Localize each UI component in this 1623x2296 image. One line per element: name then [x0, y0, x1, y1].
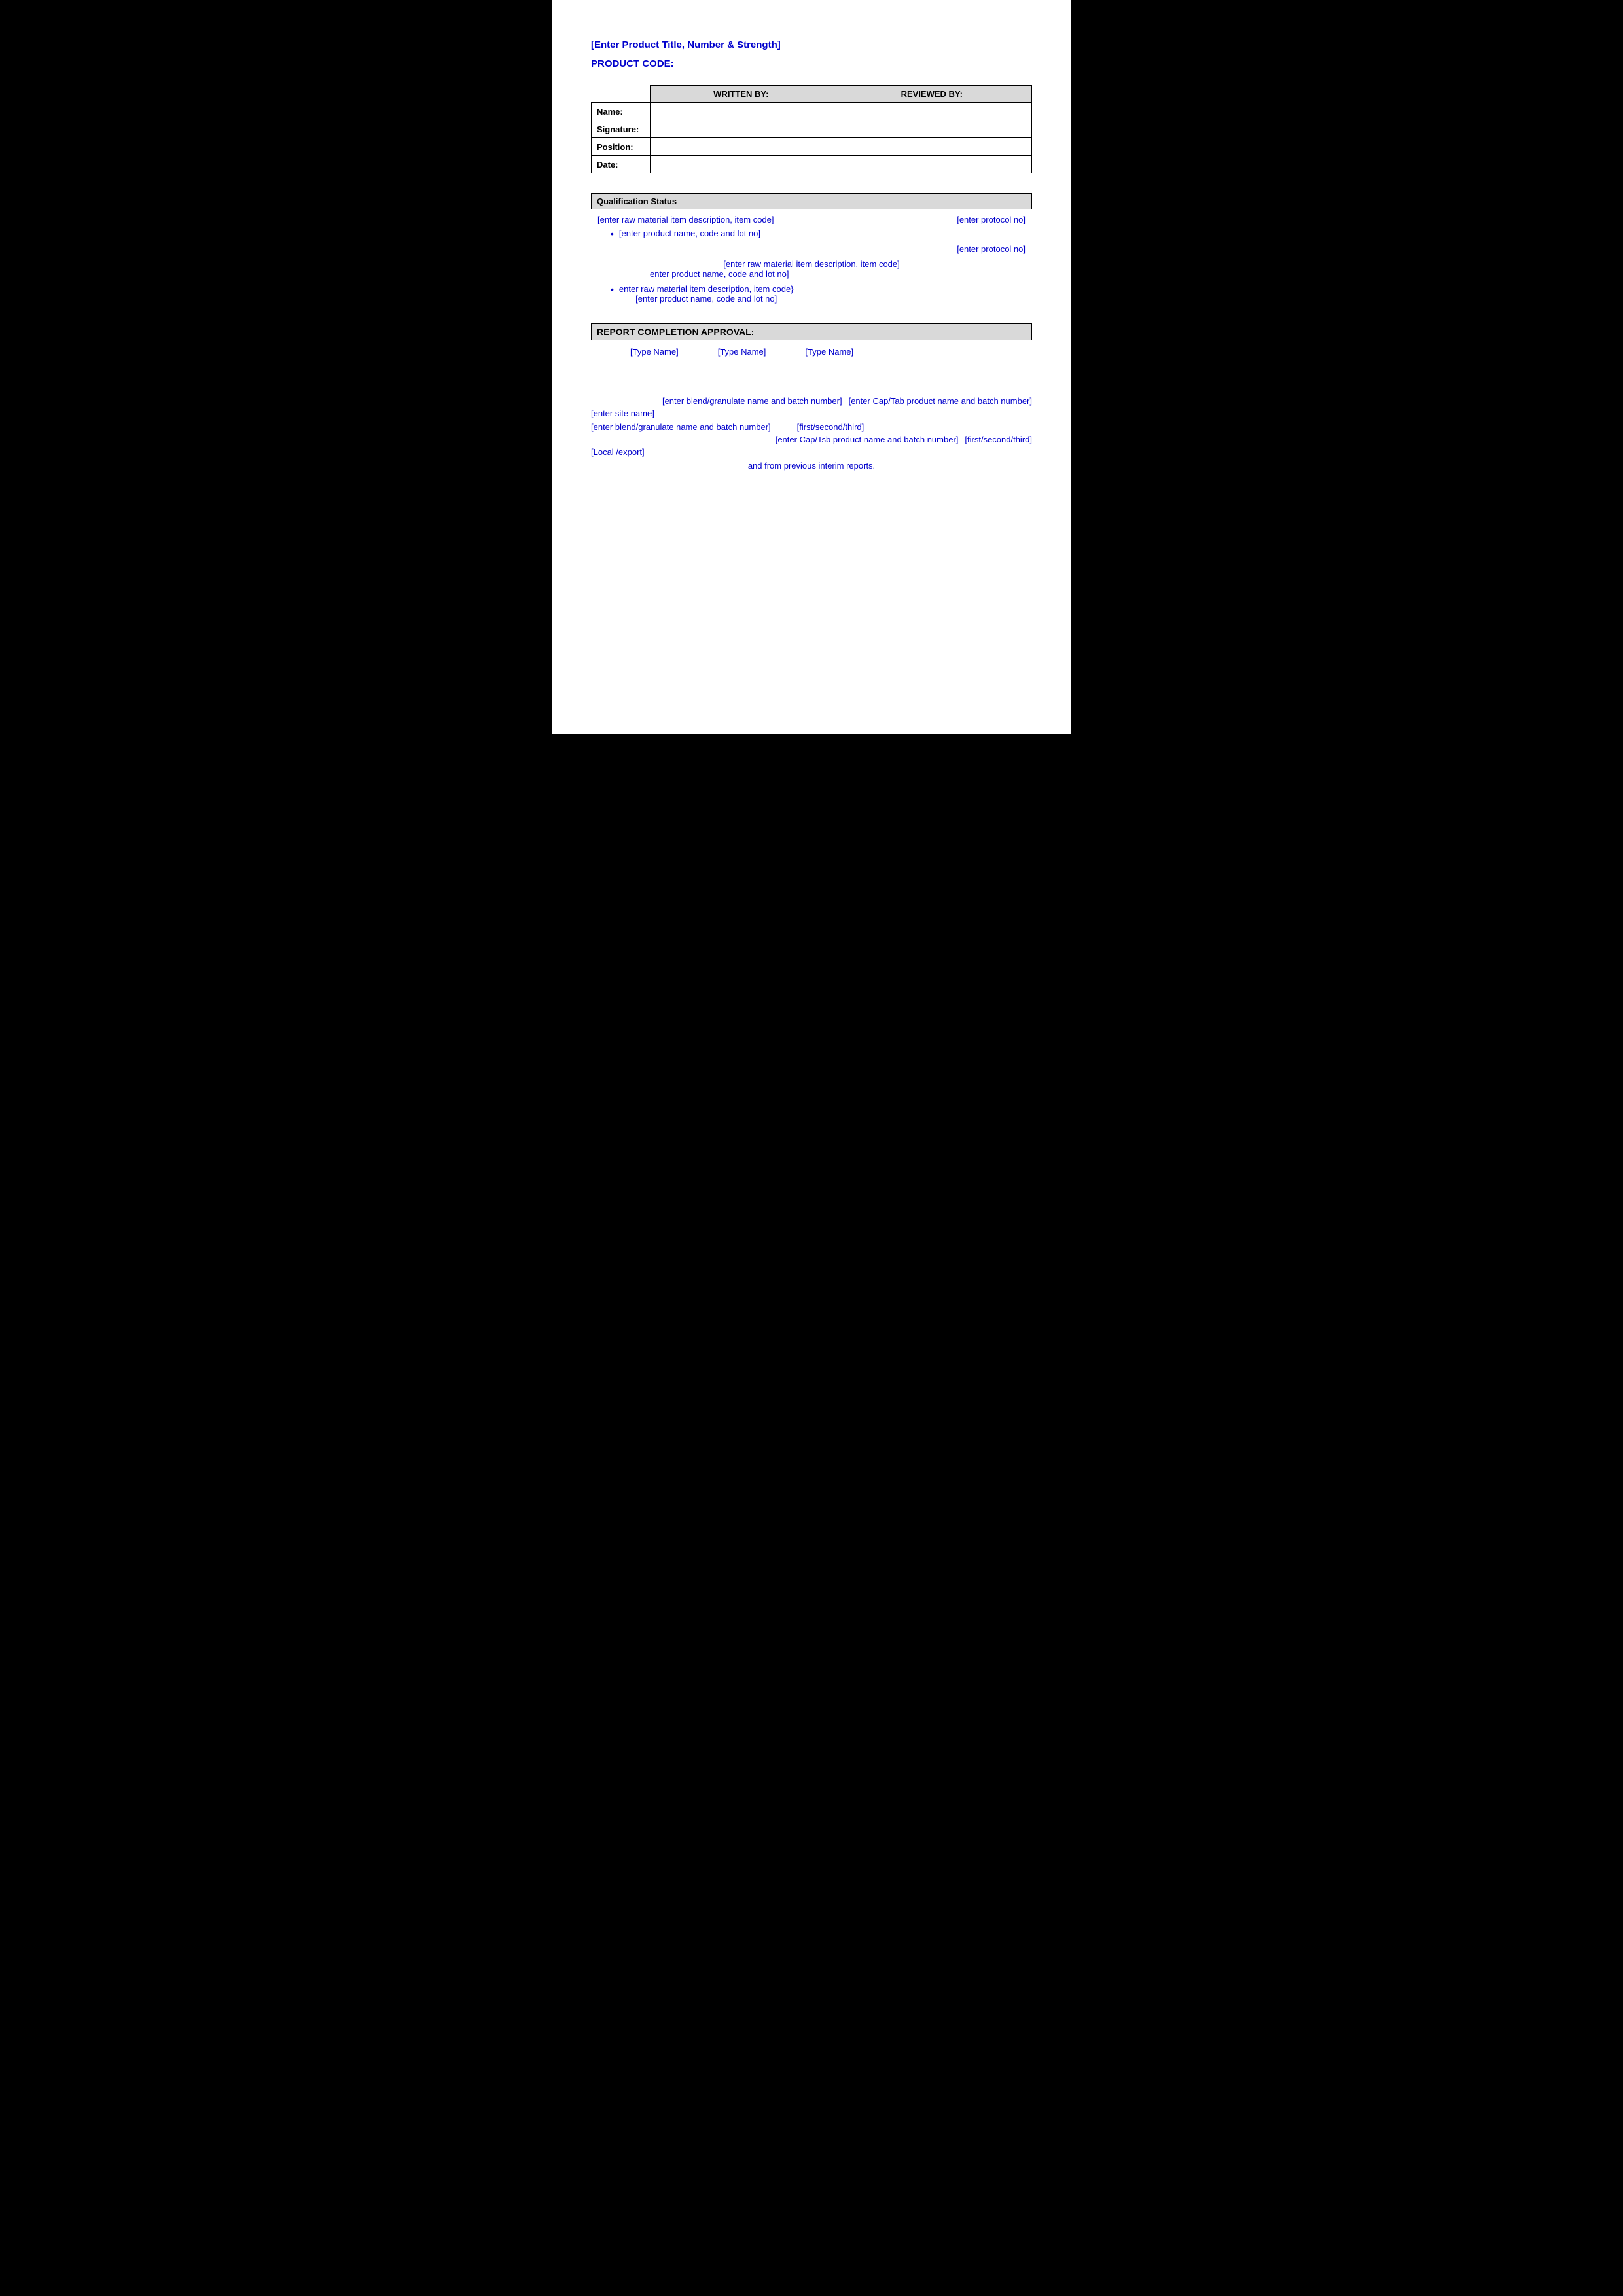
bottom-cap-tab-name: [enter Cap/Tab product name and batch nu… [849, 396, 1032, 406]
qual-bullet2: enter raw material item description, ite… [597, 284, 1026, 304]
qual-bullet2-part2: [enter product name, code and lot no] [619, 294, 794, 304]
reviewed-signature-value[interactable] [832, 120, 1031, 138]
approval-table: WRITTEN BY: REVIEWED BY: Name: Signature… [591, 85, 1032, 173]
bottom-line4: [enter Cap/Tsb product name and batch nu… [591, 435, 1032, 444]
bottom-site-name: [enter site name] [591, 408, 1032, 418]
bottom-section: [enter blend/granulate name and batch nu… [591, 396, 1032, 471]
position-label: Position: [592, 138, 651, 156]
reviewed-date-value[interactable] [832, 156, 1031, 173]
written-by-header: WRITTEN BY: [651, 86, 832, 103]
reviewed-by-header: REVIEWED BY: [832, 86, 1031, 103]
qual-line2-right: [enter protocol no] [597, 244, 1026, 254]
bottom-line1: [enter blend/granulate name and batch nu… [591, 396, 1032, 406]
bottom-blend-batch: [enter blend/granulate name and batch nu… [591, 422, 771, 432]
page: [Enter Product Title, Number & Strength]… [552, 0, 1071, 734]
date-label: Date: [592, 156, 651, 173]
reviewed-name-value[interactable] [832, 103, 1031, 120]
bottom-cap-tsb-batch: [enter Cap/Tsb product name and batch nu… [776, 435, 959, 444]
qual-bullet2-part1: enter raw material item description, ite… [619, 284, 794, 294]
qual-bullet2-content: enter raw material item description, ite… [619, 284, 794, 304]
qual-line1: [enter raw material item description, it… [597, 215, 774, 224]
written-name-value[interactable] [651, 103, 832, 120]
report-name-3: [Type Name] [805, 347, 853, 357]
report-completion-header: REPORT COMPLETION APPROVAL: [591, 323, 1032, 340]
reviewed-position-value[interactable] [832, 138, 1031, 156]
name-label: Name: [592, 103, 651, 120]
qual-line3-sub: enter product name, code and lot no] [597, 269, 1026, 279]
bottom-local-export: [Local /export] [591, 447, 1032, 457]
qualification-header: Qualification Status [591, 193, 1032, 209]
bottom-previous-interim: and from previous interim reports. [591, 461, 1032, 471]
qual-line1-end: [enter protocol no] [957, 215, 1026, 224]
product-title: [Enter Product Title, Number & Strength] [591, 39, 1032, 50]
signature-label: Signature: [592, 120, 651, 138]
report-name-1: [Type Name] [630, 347, 679, 357]
report-completion-section: REPORT COMPLETION APPROVAL: [Type Name] … [591, 323, 1032, 357]
bottom-first-second-third-1: [first/second/third] [797, 422, 865, 432]
qual-line3-center: [enter raw material item description, it… [597, 259, 1026, 269]
qual-bullet1-text: [enter product name, code and lot no] [619, 228, 760, 239]
bottom-line3: [enter blend/granulate name and batch nu… [591, 422, 1032, 432]
qual-bullet1: [enter product name, code and lot no] [597, 228, 1026, 239]
bottom-blend-name: [enter blend/granulate name and batch nu… [662, 396, 842, 406]
product-code: PRODUCT CODE: [591, 58, 1032, 69]
written-signature-value[interactable] [651, 120, 832, 138]
report-name-2: [Type Name] [718, 347, 766, 357]
qual-protocol-right: [enter protocol no] [957, 244, 1026, 254]
bottom-first-second-third-2: [first/second/third] [965, 435, 1032, 444]
report-names: [Type Name] [Type Name] [Type Name] [591, 347, 1032, 357]
written-position-value[interactable] [651, 138, 832, 156]
qualification-body: [enter raw material item description, it… [591, 215, 1032, 304]
written-date-value[interactable] [651, 156, 832, 173]
qualification-section: Qualification Status [enter raw material… [591, 193, 1032, 304]
